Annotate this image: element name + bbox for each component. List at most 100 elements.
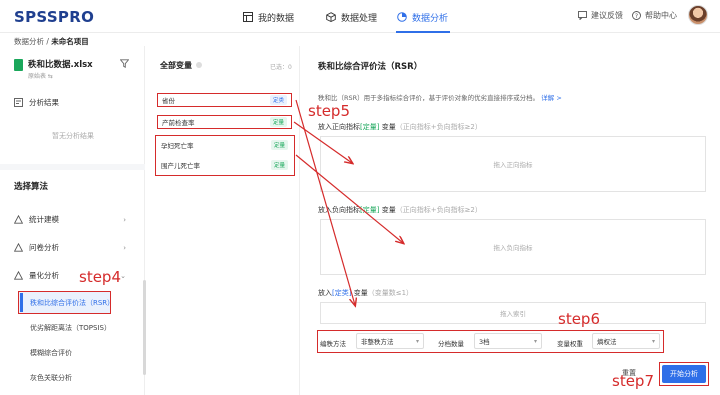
method-title: 秩和比综合评价法（RSR）: [318, 62, 423, 72]
pie-chart-icon: [397, 12, 407, 22]
positive-indicator-dropzone[interactable]: 拖入正向指标: [320, 136, 706, 192]
results-icon: [14, 98, 23, 107]
help-label: 帮助中心: [645, 11, 677, 20]
variable-row[interactable]: 省份 定类: [157, 93, 292, 107]
details-link[interactable]: 详解 >: [541, 94, 562, 102]
message-icon: [578, 11, 587, 20]
chevron-down-icon: ▾: [651, 337, 655, 345]
label-tag: [定量]: [360, 206, 380, 214]
triangle-icon: [14, 215, 23, 224]
step6-annotation: step6: [558, 310, 600, 328]
choose-algorithm-heading: 选择算法: [14, 182, 49, 192]
category-questionnaire[interactable]: 问卷分析 ›: [14, 242, 126, 253]
category-statistical-modeling[interactable]: 统计建模 ›: [14, 214, 126, 225]
analysis-results-item[interactable]: 分析结果: [14, 97, 59, 108]
breadcrumb-current: 未命名项目: [51, 37, 89, 46]
variable-type-tag: 定量: [269, 117, 287, 127]
triangle-icon: [14, 271, 23, 280]
chevron-down-icon: ⌄: [120, 271, 126, 280]
description-text: 秩和比（RSR）用于多指标综合评价，基于评价对象的优劣直接排序或分档。: [318, 94, 540, 102]
nav-my-data-label: 我的数据: [258, 13, 295, 24]
variable-name: 孕妇死亡率: [161, 142, 194, 150]
positive-indicator-label: 放入正向指标[定量] 变量（正向指标+负向指标≥2）: [318, 122, 482, 132]
variable-type-tag: 定量: [270, 160, 288, 170]
variable-row[interactable]: 围产儿死亡率 定量: [157, 158, 292, 172]
index-dropzone[interactable]: 拖入索引: [320, 302, 706, 324]
help-link[interactable]: ? 帮助中心: [632, 10, 677, 21]
variable-name: 产前检查率: [162, 119, 195, 127]
breadcrumb-root[interactable]: 数据分析: [14, 37, 44, 46]
nav-data-analysis-label: 数据分析: [412, 13, 449, 24]
label-tag: [定量]: [360, 123, 380, 131]
label-text: 变量: [379, 206, 396, 214]
rank-method-value: 非整秩方法: [361, 338, 394, 346]
negative-indicator-dropzone[interactable]: 拖入负向指标: [320, 219, 706, 275]
index-label: 放入[定类] 变量（变量数≤1）: [318, 288, 413, 298]
category-label: 问卷分析: [29, 243, 59, 252]
cube-icon: [326, 12, 336, 22]
help-icon: ?: [632, 11, 641, 20]
variable-name: 省份: [162, 97, 175, 105]
file-sheet-label[interactable]: 原始表 ⇆: [28, 71, 53, 80]
variable-type-tag: 定量: [270, 140, 288, 150]
rank-method-select[interactable]: 非整秩方法 ▾: [356, 333, 424, 349]
label-tag: [定类]: [332, 289, 352, 297]
feedback-label: 建议反馈: [591, 11, 623, 20]
weight-value: 熵权法: [597, 338, 617, 346]
algo-rsr[interactable]: 秩和比综合评价法（RSR）: [30, 298, 114, 308]
bins-select[interactable]: 3档 ▾: [474, 333, 542, 349]
sidebar-divider: [0, 164, 145, 170]
feedback-link[interactable]: 建议反馈: [578, 10, 623, 21]
nav-data-processing-label: 数据处理: [341, 13, 378, 24]
step5-annotation: step5: [308, 102, 350, 120]
label-text: 放入: [318, 289, 332, 297]
analysis-results-label: 分析结果: [29, 98, 59, 107]
bins-label: 分档数量: [438, 340, 464, 348]
chevron-right-icon: ›: [123, 243, 126, 252]
label-text: 放入负向指标: [318, 206, 360, 214]
active-indicator: [20, 293, 23, 312]
category-label: 统计建模: [29, 215, 59, 224]
weight-label: 变量权重: [557, 340, 583, 348]
step4-annotation: step4: [79, 268, 121, 286]
label-hint: （正向指标+负向指标≥2）: [395, 123, 482, 131]
nav-my-data[interactable]: 我的数据: [243, 8, 294, 26]
algo-fuzzy[interactable]: 模糊综合评价: [30, 348, 72, 358]
variable-row[interactable]: 孕妇死亡率 定量: [157, 138, 292, 152]
negative-indicator-label: 放入负向指标[定量] 变量（正向指标+负向指标≥2）: [318, 205, 482, 215]
table-icon: [243, 12, 253, 22]
method-description: 秩和比（RSR）用于多指标综合评价，基于评价对象的优劣直接排序或分档。 详解 >: [318, 92, 562, 102]
nav-active-underline: [396, 31, 450, 33]
start-analysis-button[interactable]: 开始分析: [662, 365, 706, 383]
chevron-down-icon: ▾: [415, 337, 419, 345]
file-name[interactable]: 秩和比数据.xlsx: [28, 58, 93, 70]
nav-data-processing[interactable]: 数据处理: [326, 8, 377, 26]
filter-icon[interactable]: [120, 59, 129, 68]
category-label: 量化分析: [29, 271, 59, 280]
chevron-right-icon: ›: [123, 215, 126, 224]
variable-type-tag: 定类: [269, 95, 287, 105]
label-text: 放入正向指标: [318, 123, 360, 131]
weight-select[interactable]: 熵权法 ▾: [592, 333, 660, 349]
triangle-icon: [14, 243, 23, 252]
no-results-text: 暂无分析结果: [52, 132, 94, 140]
variable-name: 围产儿死亡率: [161, 162, 200, 170]
svg-text:?: ?: [635, 13, 638, 20]
algo-grey-relational[interactable]: 灰色关联分析: [30, 373, 72, 383]
variable-row[interactable]: 产前检查率 定量: [157, 115, 292, 129]
excel-file-icon: [14, 59, 23, 71]
nav-data-analysis[interactable]: 数据分析: [397, 8, 448, 26]
label-hint: （正向指标+负向指标≥2）: [395, 206, 482, 214]
chevron-down-icon: ▾: [533, 337, 537, 345]
all-variables-heading: 全部变量: [160, 61, 192, 70]
app-logo[interactable]: SPSSPRO: [14, 8, 94, 26]
rank-method-label: 编秩方法: [320, 340, 346, 348]
algo-topsis[interactable]: 优劣解距离法（TOPSIS）: [30, 323, 111, 333]
label-hint: （变量数≤1）: [367, 289, 414, 297]
avatar[interactable]: [688, 5, 708, 25]
step7-annotation: step7: [612, 372, 654, 390]
info-icon: [196, 62, 202, 68]
label-text: 变量: [351, 289, 368, 297]
selected-count: 已选：0: [270, 64, 292, 71]
bins-value: 3档: [479, 338, 490, 346]
